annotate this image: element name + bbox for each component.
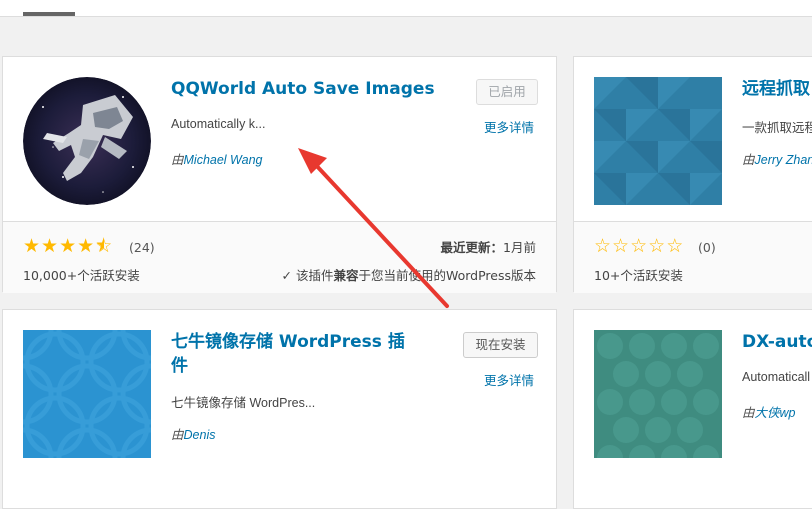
rating-count: (0) [698,240,716,255]
star-full-icon: ★ [23,235,42,257]
plugin-card-top: 七牛镜像存储 WordPress 插件 七牛镜像存储 WordPres... 由… [3,310,556,474]
plugin-author: 由Denis [171,424,215,443]
plugin-card-top: QQWorld Auto Save Images Automatically k… [3,57,556,221]
compat-pre: 该插件 [295,268,334,283]
compat-post: 于您当前使用的WordPress版本 [358,268,536,283]
plugin-title[interactable]: DX-auto [742,330,812,354]
author-link[interactable]: Jerry Zhan [755,153,812,167]
active-installs: 10,000+个活跃安装 [23,268,140,283]
plugin-card-top: DX-auto Automaticall 由大侠wp [574,310,812,474]
plugin-card: QQWorld Auto Save Images Automatically k… [2,56,557,293]
plugin-description: Automaticall [742,370,811,384]
star-empty-icon: ☆ [666,235,685,257]
star-full-icon: ★ [41,235,60,257]
star-rating: ☆☆☆☆☆ [594,236,684,256]
plugin-description: Automatically k... [171,117,266,131]
plugin-thumbnail[interactable] [594,330,722,458]
last-updated-value: 1月前 [503,240,536,255]
plugin-title[interactable]: 远程抓取 [742,77,810,101]
check-icon: ✓ [281,268,292,283]
author-prefix: 由 [742,406,755,420]
top-tab-bar [0,0,812,17]
author-prefix: 由 [742,153,755,167]
plugin-thumbnail[interactable] [23,77,151,205]
author-prefix: 由 [171,153,184,167]
author-link[interactable]: Michael Wang [184,153,263,167]
plugin-card: 七牛镜像存储 WordPress 插件 七牛镜像存储 WordPres... 由… [2,309,557,509]
author-prefix: 由 [171,428,184,442]
plugin-author: 由Michael Wang [171,149,263,168]
active-tab-indicator[interactable] [23,12,75,16]
star-full-icon: ★ [77,235,96,257]
star-full-icon: ★ [59,235,78,257]
more-details-link[interactable]: 更多详情 [484,117,534,136]
plugin-thumbnail[interactable] [23,330,151,458]
plugin-description: 七牛镜像存储 WordPres... [171,396,316,410]
plugin-thumbnail[interactable] [594,77,722,205]
plugin-card-bottom: ☆☆☆☆☆ (0) 10+个活跃安装 [574,221,812,293]
plugin-description: 一款抓取远程 [742,121,812,135]
plugin-card-bottom: ★★★★☆★ (24) 10,000+个活跃安装 最近更新：1月前 ✓ 该插件兼… [3,221,556,293]
star-half-icon: ☆★ [95,235,114,257]
plugin-author: 由Jerry Zhan [742,149,812,168]
last-updated-label: 最近更新： [440,240,504,255]
compat-bold: 兼容 [333,268,359,283]
plugin-card-top: 远程抓取 一款抓取远程 由Jerry Zhan [574,57,812,221]
star-rating: ★★★★☆★ [23,235,114,257]
author-link[interactable]: Denis [184,428,216,442]
plugin-title[interactable]: 七牛镜像存储 WordPress 插件 [171,330,421,378]
rating-count: (24) [129,240,155,255]
install-now-button[interactable]: 现在安装 [463,332,538,358]
author-link[interactable]: 大侠wp [755,406,796,420]
plugin-title[interactable]: QQWorld Auto Save Images [171,77,435,101]
activated-button[interactable]: 已启用 [476,79,538,105]
compatibility-note: ✓ 该插件兼容于您当前使用的WordPress版本 [281,265,536,284]
star-empty-icon: ☆ [630,235,649,257]
plugin-author: 由大侠wp [742,402,796,421]
last-updated: 最近更新：1月前 [441,237,536,256]
plugin-card: DX-auto Automaticall 由大侠wp [573,309,812,509]
star-empty-icon: ☆ [648,235,667,257]
star-empty-icon: ☆ [612,235,631,257]
plugin-card: 远程抓取 一款抓取远程 由Jerry Zhan ☆☆☆☆☆ (0) 10+个活跃… [573,56,812,293]
active-installs: 10+个活跃安装 [594,268,683,283]
more-details-link[interactable]: 更多详情 [484,370,534,389]
star-empty-icon: ☆ [594,235,613,257]
